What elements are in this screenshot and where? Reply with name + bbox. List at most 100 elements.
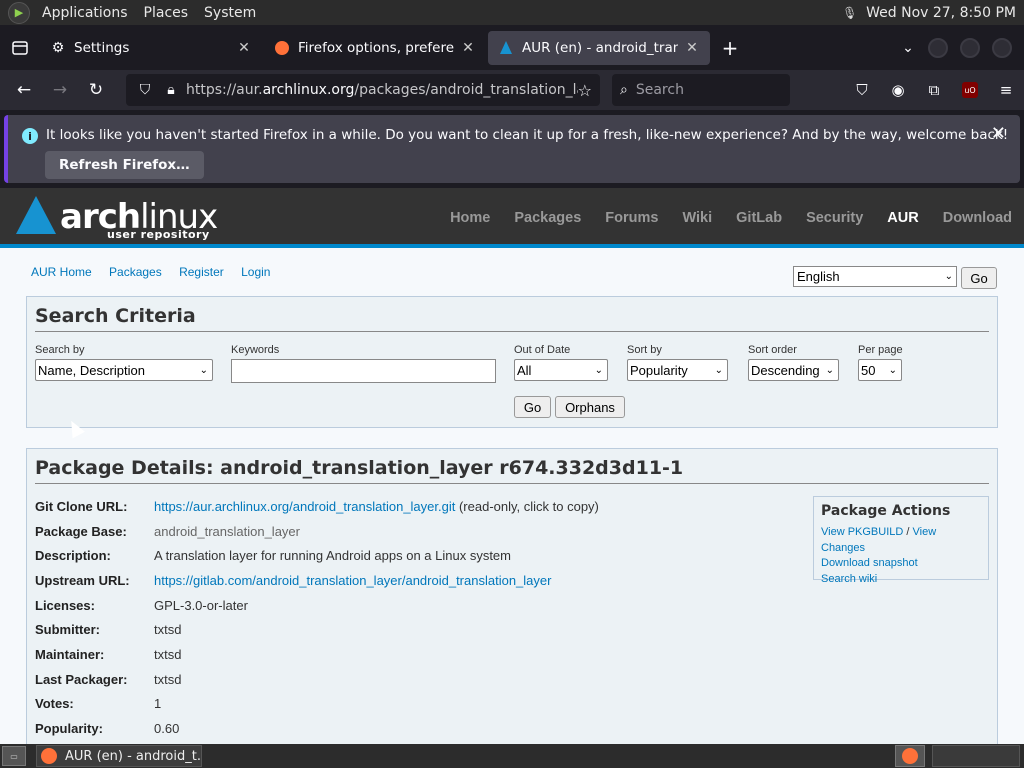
last-packager-value: txtsd [154, 672, 182, 687]
search-icon: ⌕ [620, 82, 628, 98]
link-register[interactable]: Register [179, 265, 224, 279]
close-tab-icon[interactable]: ✕ [684, 40, 700, 56]
minimize-window-button[interactable] [928, 37, 948, 58]
pocket-icon[interactable]: ⛉ [844, 74, 880, 106]
account-icon[interactable]: ◉ [880, 74, 916, 106]
row-key: Package Base: [35, 524, 127, 539]
per-page-label: Per page [858, 344, 903, 356]
row-key: Licenses: [35, 598, 95, 613]
tab-settings[interactable]: ⚙ Settings ✕ [40, 31, 262, 65]
git-clone-url-link[interactable]: https://aur.archlinux.org/android_transl… [154, 499, 455, 514]
package-base-value[interactable]: android_translation_layer [154, 524, 300, 539]
keywords-input[interactable] [231, 359, 496, 383]
per-page-value: 50 [861, 362, 876, 378]
search-by-select[interactable]: Name, Description ⌄ [35, 359, 213, 381]
nav-home[interactable]: Home [450, 210, 490, 226]
url-prefix: https://aur. [186, 82, 263, 98]
url-text[interactable]: https://aur.archlinux.org/packages/andro… [186, 82, 578, 98]
chevron-down-icon: ⌄ [825, 364, 834, 376]
url-host: archlinux.org [262, 82, 355, 98]
link-packages[interactable]: Packages [109, 265, 162, 279]
distro-logo-icon[interactable]: ▶ [8, 1, 30, 24]
link-aur-home[interactable]: AUR Home [31, 265, 92, 279]
hamburger-menu-icon[interactable]: ≡ [988, 74, 1024, 106]
nav-gitlab[interactable]: GitLab [736, 210, 782, 226]
sort-order-label: Sort order [748, 344, 797, 356]
nav-forums[interactable]: Forums [605, 210, 658, 226]
maximize-window-button[interactable] [960, 37, 980, 58]
search-criteria-box: Search Criteria Search by Name, Descript… [26, 296, 998, 428]
page-content: AUR Home Packages Register Login English… [0, 252, 1024, 744]
firefox-view-icon[interactable] [0, 25, 40, 70]
nav-wiki[interactable]: Wiki [682, 210, 712, 226]
search-bar[interactable]: ⌕ Search [612, 74, 790, 106]
reload-button[interactable]: ↻ [78, 74, 114, 106]
row-last-packager: Last Packager: txtsd [35, 672, 181, 687]
submitter-value: txtsd [154, 622, 182, 637]
clock[interactable]: Wed Nov 27, 8:50 PM [866, 5, 1024, 21]
maintainer-value: txtsd [154, 647, 182, 662]
new-tab-button[interactable]: + [712, 36, 748, 60]
list-all-tabs-chevron-icon[interactable]: ⌄ [888, 40, 928, 56]
upstream-url-link[interactable]: https://gitlab.com/android_translation_l… [154, 573, 551, 588]
firefox-icon [274, 40, 290, 56]
refresh-firefox-button[interactable]: Refresh Firefox… [45, 151, 204, 179]
row-submitter: Submitter: txtsd [35, 622, 181, 637]
view-pkgbuild-link[interactable]: View PKGBUILD [821, 526, 903, 538]
arch-header: archlinux user repository Home Packages … [0, 188, 1024, 248]
firefox-launcher-icon[interactable] [895, 745, 925, 767]
sort-order-select[interactable]: Descending ⌄ [748, 359, 839, 381]
taskbar-window-label: AUR (en) - android_t... [65, 748, 202, 764]
system-menu[interactable]: System [196, 5, 264, 21]
language-go-button[interactable]: Go [961, 267, 997, 289]
sort-by-select[interactable]: Popularity ⌄ [627, 359, 728, 381]
close-tab-icon[interactable]: ✕ [460, 40, 476, 56]
chevron-down-icon: ⌄ [594, 364, 603, 376]
places-menu[interactable]: Places [136, 5, 197, 21]
tab-firefox-options[interactable]: Firefox options, preferences ✕ [264, 31, 486, 65]
keywords-label: Keywords [231, 344, 280, 356]
lock-icon[interactable]: 🔒︎ [160, 82, 182, 98]
close-window-button[interactable] [992, 37, 1012, 58]
url-bar[interactable]: ⛉ 🔒︎ https://aur.archlinux.org/packages/… [126, 74, 600, 106]
nav-security[interactable]: Security [806, 210, 863, 226]
out-of-date-value: All [517, 362, 532, 378]
workspace-switcher[interactable] [932, 745, 1020, 767]
show-desktop-icon[interactable]: ▭ [2, 746, 26, 766]
language-select[interactable]: English ⌄ [793, 266, 957, 287]
link-login[interactable]: Login [241, 265, 270, 279]
nav-packages[interactable]: Packages [514, 210, 581, 226]
close-notification-icon[interactable]: ✕ [991, 123, 1006, 144]
close-tab-icon[interactable]: ✕ [236, 40, 252, 56]
nav-download[interactable]: Download [943, 210, 1012, 226]
search-wiki-link[interactable]: Search wiki [821, 572, 981, 588]
microphone-icon[interactable]: 🎙 [842, 6, 857, 20]
forward-button[interactable]: → [42, 74, 78, 106]
row-key: Votes: [35, 696, 74, 711]
out-of-date-select[interactable]: All ⌄ [514, 359, 608, 381]
url-path: /packages/android_translation_layer [354, 82, 577, 98]
taskbar-window-firefox[interactable]: AUR (en) - android_t... [36, 745, 202, 767]
nav-aur[interactable]: AUR [887, 210, 918, 226]
tab-label: Settings [74, 39, 130, 56]
download-snapshot-link[interactable]: Download snapshot [821, 556, 981, 572]
row-key: Description: [35, 548, 111, 563]
tab-label: Firefox options, preferences [298, 39, 454, 56]
tracking-protection-shield-icon[interactable]: ⛉ [134, 82, 156, 98]
arch-linux-logo[interactable]: archlinux user repository [16, 196, 218, 241]
top-panel: ▶ Applications Places System 🎙 Wed Nov 2… [0, 0, 1024, 25]
tab-aur[interactable]: AUR (en) - android_translati ✕ [488, 30, 710, 65]
bookmark-star-icon[interactable]: ☆ [578, 81, 592, 100]
git-clone-suffix: (read-only, click to copy) [455, 499, 599, 514]
notification-message: It looks like you haven't started Firefo… [46, 127, 1009, 143]
per-page-select[interactable]: 50 ⌄ [858, 359, 902, 381]
row-upstream-url: Upstream URL: https://gitlab.com/android… [35, 573, 551, 588]
sort-by-label: Sort by [627, 344, 662, 356]
back-button[interactable]: ← [6, 74, 42, 106]
applications-menu[interactable]: Applications [34, 5, 136, 21]
ublock-origin-icon[interactable]: uO [952, 74, 988, 106]
search-go-button[interactable]: Go [514, 396, 551, 418]
orphans-button[interactable]: Orphans [555, 396, 625, 418]
licenses-value: GPL-3.0-or-later [154, 598, 248, 613]
extensions-icon[interactable]: ⧉ [916, 74, 952, 106]
